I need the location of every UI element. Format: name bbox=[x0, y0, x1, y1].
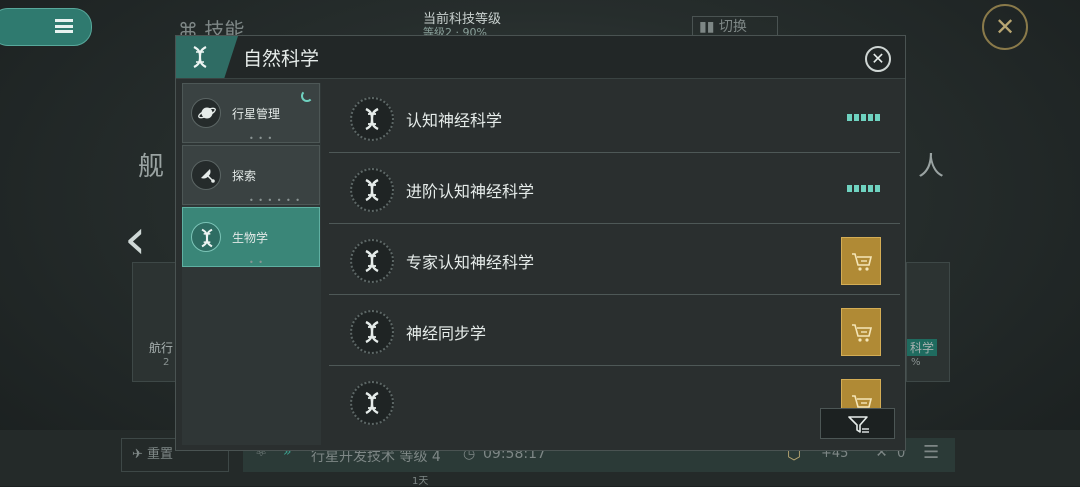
dna-icon bbox=[365, 391, 379, 415]
main-menu-button[interactable] bbox=[0, 8, 92, 46]
category-tab bbox=[176, 36, 238, 78]
close-icon[interactable]: ✕ bbox=[865, 46, 891, 72]
level-pip bbox=[875, 114, 880, 121]
tech-icon bbox=[350, 168, 394, 212]
level-pip bbox=[868, 185, 873, 192]
satellite-icon bbox=[201, 169, 215, 183]
progress-dots: • • bbox=[249, 258, 264, 267]
dna-icon bbox=[201, 228, 213, 248]
progress-dots: • • • • • • bbox=[249, 196, 302, 205]
level-indicator bbox=[847, 114, 880, 121]
research-days: 1天 bbox=[412, 476, 429, 487]
sidebar-icon bbox=[191, 160, 221, 190]
previous-arrow-icon[interactable]: ‹ bbox=[124, 212, 156, 268]
list-menu-icon[interactable]: ☰ bbox=[923, 442, 939, 463]
sidebar-icon bbox=[191, 222, 221, 252]
sidebar-item-label: 行星管理 bbox=[232, 107, 281, 121]
tech-row[interactable]: 神经同步学 bbox=[329, 296, 900, 366]
sidebar-item-0[interactable]: 行星管理 • • • bbox=[182, 83, 320, 143]
buy-button[interactable] bbox=[841, 308, 881, 356]
dna-icon bbox=[365, 178, 379, 202]
level-pip bbox=[861, 114, 866, 121]
dna-icon bbox=[365, 320, 379, 344]
sidebar-item-1[interactable]: 探索 • • • • • • bbox=[182, 145, 320, 205]
shopping-cart-icon bbox=[852, 324, 873, 342]
category-sidebar: 行星管理 • • • 探索 • • • • • • 生物学 • • bbox=[182, 83, 321, 445]
loading-spinner-icon bbox=[301, 90, 313, 102]
screen-close-icon[interactable]: ✕ bbox=[982, 4, 1028, 50]
level-indicator bbox=[847, 185, 880, 192]
shopping-cart-icon bbox=[852, 253, 873, 271]
natural-science-dialog: 自然科学 ✕ 行星管理 • • • 探索 • • • • • • 生物学 • • 认知神经… bbox=[175, 35, 906, 451]
filter-icon bbox=[848, 416, 869, 433]
bg-partial-title-right: 人 bbox=[918, 152, 945, 182]
tech-name: 专家认知神经科学 bbox=[406, 253, 535, 272]
progress-dots: • • • bbox=[249, 134, 274, 143]
dialog-title: 自然科学 bbox=[243, 48, 320, 70]
level-pip bbox=[847, 185, 852, 192]
switch-icon: ▮▮ bbox=[699, 19, 715, 35]
bg-partial-title-left: 舰 bbox=[138, 152, 165, 182]
level-pip bbox=[854, 114, 859, 121]
buy-button[interactable] bbox=[841, 237, 881, 285]
tech-icon bbox=[350, 239, 394, 283]
tech-name: 神经同步学 bbox=[406, 324, 487, 343]
tech-name: 进阶认知神经科学 bbox=[406, 182, 535, 201]
dna-icon bbox=[365, 107, 379, 131]
dialog-title-bar: 自然科学 ✕ bbox=[176, 36, 905, 79]
bg-card-right[interactable]: 科学 % bbox=[906, 262, 950, 382]
tech-name: 认知神经科学 bbox=[406, 111, 503, 130]
dna-icon bbox=[193, 46, 207, 68]
level-pip bbox=[847, 114, 852, 121]
level-pip bbox=[854, 185, 859, 192]
tech-icon bbox=[350, 381, 394, 425]
sidebar-item-2[interactable]: 生物学 • • bbox=[182, 207, 320, 267]
tech-row[interactable] bbox=[329, 367, 900, 435]
sidebar-icon bbox=[191, 98, 221, 128]
tech-row[interactable]: 认知神经科学 bbox=[329, 83, 900, 153]
level-pip bbox=[861, 185, 866, 192]
filter-button[interactable] bbox=[820, 408, 895, 439]
satellite-icon: ✈ bbox=[132, 447, 143, 462]
tech-row[interactable]: 进阶认知神经科学 bbox=[329, 154, 900, 224]
tech-icon bbox=[350, 310, 394, 354]
menu-icon bbox=[55, 19, 73, 33]
bg-card-left[interactable]: 航行 2 bbox=[132, 262, 179, 382]
sidebar-item-label: 生物学 bbox=[232, 231, 269, 245]
sidebar-item-label: 探索 bbox=[232, 169, 257, 183]
dna-icon bbox=[365, 249, 379, 273]
planet-icon bbox=[198, 107, 216, 119]
tech-list[interactable]: 认知神经科学进阶认知神经科学 专家认知神经科学 神经同步学 bbox=[329, 83, 900, 435]
level-pip bbox=[868, 114, 873, 121]
tech-icon bbox=[350, 97, 394, 141]
level-pip bbox=[875, 185, 880, 192]
tech-row[interactable]: 专家认知神经科学 bbox=[329, 225, 900, 295]
